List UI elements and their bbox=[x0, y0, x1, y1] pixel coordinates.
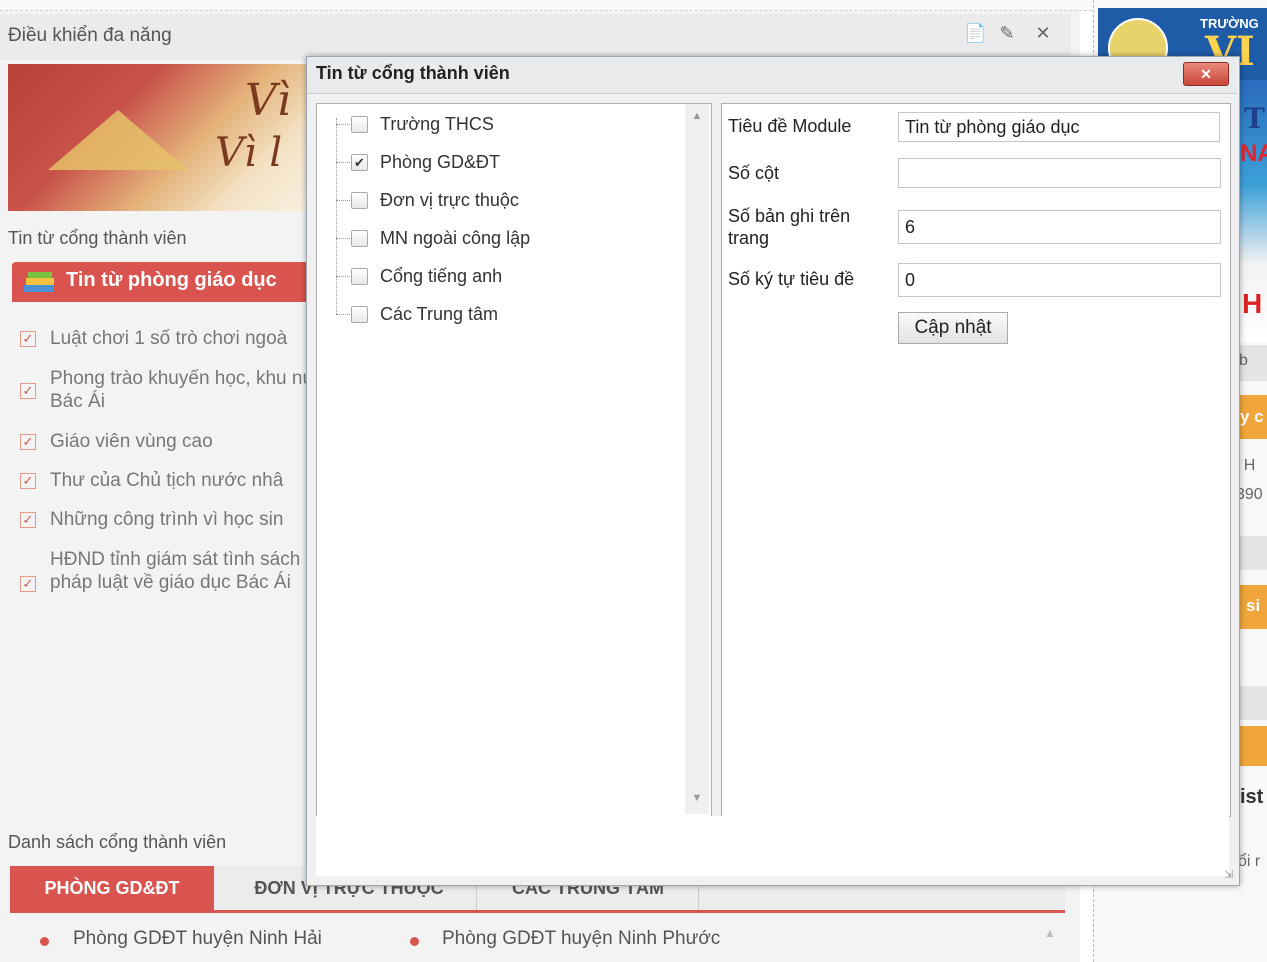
top-strip bbox=[0, 0, 1267, 11]
checkbox-icon: ✓ bbox=[20, 383, 36, 399]
dialog-close-button[interactable]: ✕ bbox=[1183, 62, 1229, 86]
columns-input[interactable] bbox=[898, 158, 1221, 188]
tree-checkbox[interactable] bbox=[351, 116, 368, 133]
scroll-down-icon[interactable]: ▼ bbox=[689, 792, 705, 808]
checkbox-icon: ✓ bbox=[20, 434, 36, 450]
title-chars-label: Số ký tự tiêu đề bbox=[728, 269, 855, 289]
member-list-label: Danh sách cổng thành viên bbox=[8, 832, 227, 852]
tree-item-label[interactable]: MN ngoài công lập bbox=[380, 228, 530, 249]
tree-checkbox[interactable] bbox=[351, 268, 368, 285]
tree-item-label[interactable]: Phòng GD&ĐT bbox=[380, 152, 500, 173]
tree-item-label[interactable]: Cổng tiếng anh bbox=[380, 266, 502, 287]
tree-item-label[interactable]: Các Trung tâm bbox=[380, 304, 498, 325]
right-fragment: 390 bbox=[1236, 486, 1263, 503]
books-icon bbox=[24, 272, 54, 292]
news-item[interactable]: ✓ Phong trào khuyến học, khu núi Bác Ái bbox=[20, 367, 310, 415]
title-chars-input[interactable] bbox=[898, 263, 1221, 297]
dialog-title: Tin từ cổng thành viên bbox=[316, 63, 510, 83]
close-icon[interactable]: ✕ bbox=[1032, 22, 1054, 44]
right-fragment: b bbox=[1239, 352, 1248, 369]
tree-checkbox[interactable] bbox=[351, 306, 368, 323]
tree-connector bbox=[336, 276, 350, 277]
right-fragment: H bbox=[1242, 288, 1263, 319]
update-button[interactable]: Cập nhật bbox=[898, 312, 1008, 344]
resize-grip-icon[interactable]: ⇲ bbox=[1224, 868, 1236, 881]
news-item[interactable]: ✓ Thư của Chủ tịch nước nhâ bbox=[20, 469, 310, 495]
news-item[interactable]: ✓ Những công trình vì học sin bbox=[20, 508, 310, 534]
dialog-footer bbox=[316, 816, 1229, 876]
tree-checkbox-checked[interactable]: ✔ bbox=[351, 154, 368, 171]
tree-connector bbox=[336, 118, 337, 314]
scroll-up-icon[interactable]: ▲ bbox=[1040, 926, 1060, 946]
module-title-label: Tiêu đề Module bbox=[728, 116, 852, 136]
tree-scrollbar[interactable] bbox=[685, 104, 709, 814]
news-item[interactable]: ✓ Giáo viên vùng cao bbox=[20, 430, 310, 456]
tree-connector bbox=[336, 200, 350, 201]
right-block bbox=[1238, 686, 1267, 720]
tree-item-label[interactable]: Trường THCS bbox=[380, 114, 494, 135]
banner-script-text-1: Vì bbox=[245, 75, 291, 126]
right-block[interactable] bbox=[1238, 726, 1267, 766]
checkbox-icon: ✓ bbox=[20, 473, 36, 489]
checkbox-icon: ✓ bbox=[20, 331, 36, 347]
banner-script-text-2: Vì l bbox=[215, 130, 283, 176]
checkbox-icon: ✓ bbox=[20, 512, 36, 528]
tab-phong-gddt[interactable]: PHÒNG GD&ĐT bbox=[10, 866, 214, 910]
tree-checkbox[interactable] bbox=[351, 230, 368, 247]
right-fragment: T bbox=[1244, 102, 1265, 135]
right-fragment: y c bbox=[1240, 407, 1264, 426]
news-item[interactable]: ✓ HĐND tỉnh giám sát tình sách pháp luật… bbox=[20, 548, 310, 620]
news-tab-label: Tin từ phòng giáo dục bbox=[66, 269, 277, 291]
checkbox-icon: ✓ bbox=[20, 576, 36, 592]
tree-connector bbox=[336, 238, 350, 239]
records-per-page-input[interactable] bbox=[898, 210, 1221, 244]
member-link[interactable]: Phòng GDĐT huyện Ninh Phước bbox=[442, 928, 720, 950]
star-shape bbox=[48, 110, 188, 170]
tree-checkbox[interactable] bbox=[351, 192, 368, 209]
bullet-icon bbox=[40, 937, 49, 946]
member-link[interactable]: Phòng GDĐT huyện Ninh Hải bbox=[73, 928, 322, 950]
document-icon[interactable]: 📄 bbox=[964, 22, 986, 44]
records-per-page-label: Số bản ghi trên trang bbox=[728, 206, 851, 248]
columns-label: Số cột bbox=[728, 163, 780, 183]
multi-control-title: Điều khiển đa năng bbox=[8, 25, 172, 46]
bullet-icon bbox=[410, 937, 419, 946]
right-fragment: ổi r bbox=[1238, 853, 1261, 870]
news-item[interactable]: ✓ Luật chơi 1 số trò chơi ngoà bbox=[20, 327, 310, 353]
right-block bbox=[1238, 536, 1267, 570]
tree-connector bbox=[336, 314, 350, 315]
tree-connector bbox=[336, 124, 350, 125]
right-fragment: si bbox=[1246, 596, 1261, 615]
tree-connector bbox=[336, 162, 350, 163]
right-fragment: ist bbox=[1240, 786, 1264, 808]
right-fragment: NA bbox=[1240, 140, 1267, 167]
tree-item-label[interactable]: Đơn vị trực thuộc bbox=[380, 190, 519, 211]
module-title-input[interactable] bbox=[898, 112, 1220, 142]
edit-icon[interactable]: ✎ bbox=[996, 22, 1018, 44]
scroll-up-icon[interactable]: ▲ bbox=[689, 110, 705, 126]
members-section-label: Tin từ cổng thành viên bbox=[8, 228, 187, 248]
